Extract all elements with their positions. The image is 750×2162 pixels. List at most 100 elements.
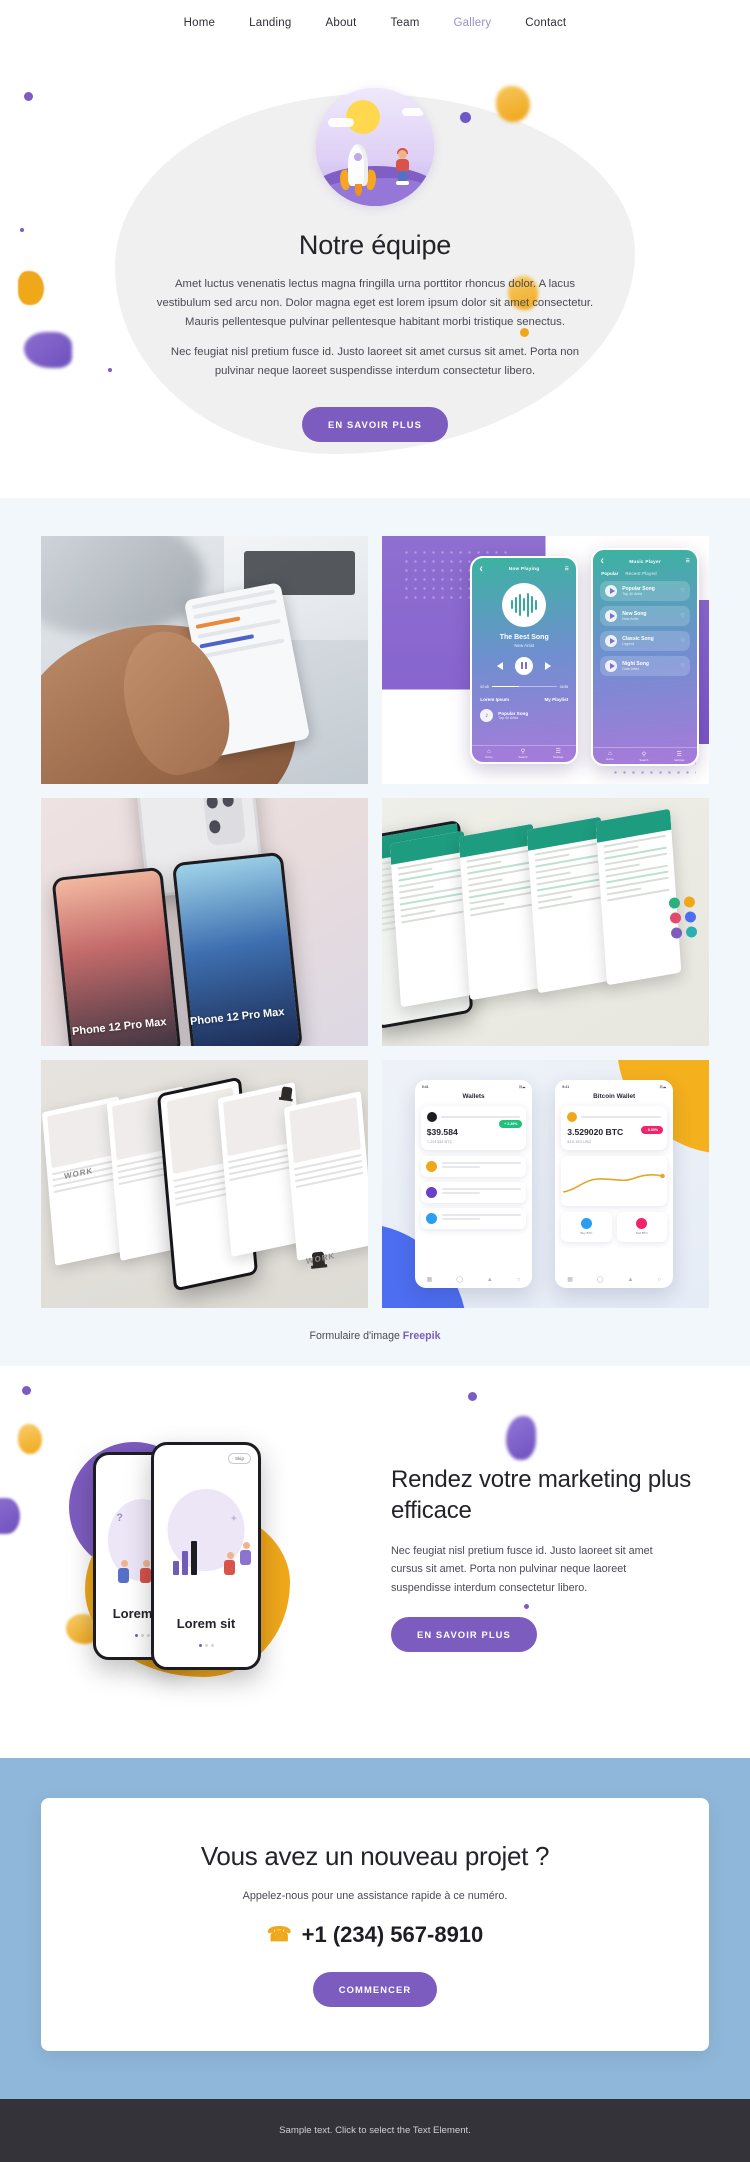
bitcoin-change-badge: - 0.30% — [640, 1125, 664, 1134]
music-song-artist: New Artist — [514, 642, 535, 648]
nav-item-gallery[interactable]: Gallery — [453, 17, 491, 29]
hero-section: Notre équipe Amet luctus venenatis lectu… — [0, 46, 750, 498]
status-bar: 9:41 ☷☁ — [555, 1080, 673, 1089]
music-now-playing-screen: ❮ Now Playing ☰ The Best Song New Artist — [470, 555, 579, 764]
gallery-caption-link[interactable]: Freepik — [403, 1330, 441, 1342]
icon-blue — [684, 911, 697, 923]
music-playlist-labels: Lorem Ipsum My Playlist — [472, 697, 576, 702]
marketing-section: ? Lorem sit Skip ✦ Lorem sit Rendez votr… — [0, 1365, 750, 1758]
nav-settings: ☰ Settings — [553, 749, 564, 760]
deco-blob-orange-mkt-left — [18, 1423, 42, 1454]
marketing-title: Rendez votre marketing plus efficace — [391, 1465, 692, 1525]
settings-icon: ○ — [516, 1276, 521, 1283]
footer-text[interactable]: Sample text. Click to select the Text El… — [0, 2125, 750, 2136]
music-track-text: Popular Song Top 40 Artist — [498, 711, 528, 720]
music-list-item: Night Song Dark Artist ♡ — [600, 656, 691, 677]
hero-learn-more-button[interactable]: EN SAVOIR PLUS — [302, 406, 448, 442]
star-icon: ✦ — [230, 1513, 238, 1523]
hero-paragraph-2: Nec feugiat nisl pretium fusce id. Justo… — [170, 346, 580, 377]
icon-orange — [683, 896, 696, 908]
music-bottom-nav-2: ⌂ Home ⚲ Search ☰ Settings — [593, 747, 698, 764]
nav-item-contact[interactable]: Contact — [525, 17, 566, 29]
figure-b2 — [240, 1541, 252, 1565]
icon-pink — [669, 912, 682, 924]
music-list-item: Classic Song Legend ♡ — [600, 631, 691, 652]
tab-popular: Popular — [601, 571, 619, 577]
track-artist: Dark Artist — [622, 667, 639, 672]
bar-chart-illustration — [172, 1540, 197, 1575]
hero-paragraph-1: Amet luctus venenatis lectus magna fring… — [156, 278, 594, 328]
bitcoin-icon — [567, 1111, 578, 1122]
skip-button[interactable]: Skip — [228, 1452, 251, 1464]
music-left-label: Lorem Ipsum — [480, 696, 510, 702]
camera-module — [202, 797, 246, 847]
deco-blob-purple-mkt-left-edge — [0, 1497, 20, 1534]
play-icon — [605, 660, 618, 673]
wallet-amount: $39.584 — [426, 1126, 458, 1137]
work-screen-card — [283, 1091, 368, 1262]
music-screen2-header: Music Player — [629, 558, 661, 564]
figure-b1 — [224, 1551, 236, 1575]
music-bottom-nav-1: ⌂ Home ⚲ Search ☰ Settings — [472, 744, 577, 762]
search-icon: ⚲ — [520, 749, 526, 756]
gallery-item-workspace-app[interactable]: WORK WORK — [41, 1059, 368, 1308]
icon-teal — [685, 926, 698, 938]
wallet-bottom-nav: ▦ ◯ ▲ ○ — [415, 1272, 533, 1288]
heart-icon: ♡ — [680, 663, 686, 670]
cta-phone-number[interactable]: +1 (234) 567-8910 — [302, 1922, 484, 1948]
balance-label-placeholder — [440, 1115, 521, 1118]
gallery-item-iphone-mockups[interactable]: Phone 12 Pro Max Phone 12 Pro Max — [41, 797, 368, 1046]
deco-blob-orange-left — [18, 271, 44, 305]
status-time: 9:41 — [421, 1084, 429, 1089]
marketing-learn-more-button[interactable]: EN SAVOIR PLUS — [391, 1616, 537, 1652]
chat-feature-icons — [668, 896, 698, 939]
wallet-asset-row — [420, 1155, 527, 1177]
gallery-item-chat-app[interactable] — [382, 797, 709, 1046]
status-bar: 9:41 ☷☁ — [415, 1080, 533, 1089]
wallet-change-badge: + 2.39% — [499, 1119, 523, 1128]
deco-dot-purple-mkt-topright — [468, 1391, 477, 1401]
phone-icon: ☎ — [266, 1923, 292, 1946]
sell-btc-button[interactable]: Sell BTC — [616, 1211, 668, 1242]
gallery-item-hand-holding-phone[interactable] — [41, 535, 368, 784]
coin-label-placeholder — [581, 1115, 662, 1118]
question-mark-icon: ? — [116, 1512, 123, 1525]
buy-icon — [580, 1218, 592, 1230]
wallet-asset-row — [420, 1181, 527, 1203]
cta-phone-number-row: ☎ +1 (234) 567-8910 — [81, 1922, 669, 1948]
status-icons: ☷☁ — [659, 1084, 667, 1089]
nav-item-team[interactable]: Team — [391, 17, 420, 29]
rocket-sun — [346, 100, 380, 134]
nav-item-about[interactable]: About — [325, 17, 356, 29]
nav-search: ⚲ Search — [518, 749, 528, 760]
bitcoin-wallet-title: Bitcoin Wallet — [593, 1092, 636, 1100]
figure-a1 — [118, 1559, 130, 1583]
person-shoes — [396, 181, 409, 185]
bitcoin-bottom-nav: ▦ ◯ ▲ ○ — [555, 1272, 673, 1288]
wallet-icon: ▦ — [567, 1277, 573, 1284]
wallet-asset-row — [420, 1207, 527, 1229]
nav-item-landing[interactable]: Landing — [249, 17, 291, 29]
queue-icon: ☰ — [564, 565, 570, 571]
gallery-section: ❮ Now Playing ☰ The Best Song New Artist — [0, 497, 750, 1366]
gallery-item-music-player[interactable]: ❮ Now Playing ☰ The Best Song New Artist — [382, 535, 709, 784]
music-time-start: 02:45 — [480, 684, 489, 689]
cta-card: Vous avez un nouveau projet ? Appelez-no… — [41, 1797, 709, 2051]
nav-item-home[interactable]: Home — [184, 17, 215, 29]
wallet-coin-icon — [426, 1111, 437, 1122]
chart-icon: ◯ — [456, 1277, 463, 1284]
cta-get-started-button[interactable]: COMMENCER — [312, 1971, 438, 2007]
bitcoin-price-chart — [561, 1155, 668, 1206]
chart-icon: ◯ — [596, 1277, 604, 1284]
sell-icon — [636, 1218, 648, 1230]
next-track-icon — [545, 661, 552, 670]
music-track-row: ♪ Popular Song Top 40 Artist — [472, 708, 576, 722]
alert-icon: ▲ — [486, 1276, 493, 1283]
play-icon — [605, 585, 618, 598]
gallery-caption: Formulaire d'image Freepik — [0, 1330, 750, 1342]
buy-btc-button[interactable]: Buy BTC — [561, 1211, 612, 1242]
gallery-item-crypto-wallet[interactable]: 9:41 ☷☁ Wallets $39.584 7.291332 BTC + 2… — [382, 1059, 709, 1308]
back-icon: ❮ — [600, 558, 605, 564]
wallet-amount-sub: 7.291332 BTC — [426, 1138, 453, 1144]
heart-icon: ♡ — [680, 588, 686, 595]
